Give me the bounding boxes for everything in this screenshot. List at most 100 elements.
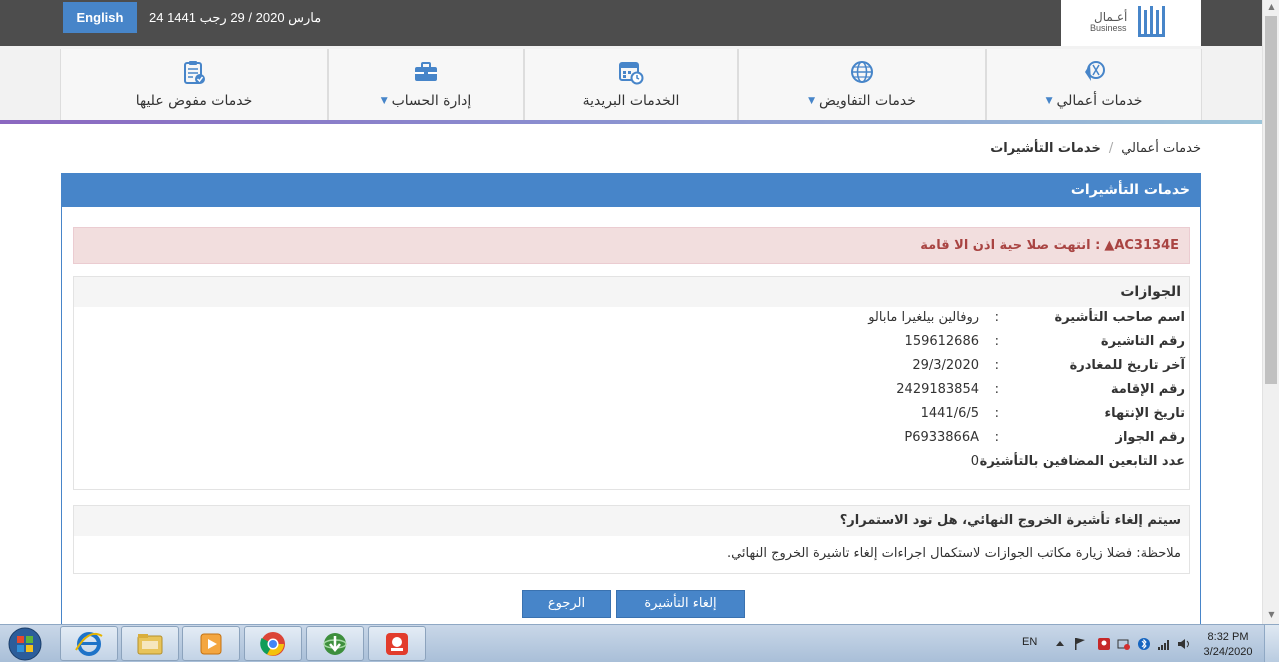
- taskbar-clock[interactable]: 8:32 PM 3/24/2020: [1198, 630, 1258, 660]
- cancel-visa-button[interactable]: إلغاء التأشيرة: [616, 590, 745, 618]
- scroll-down-arrow-icon[interactable]: ▼: [1263, 608, 1279, 622]
- clock-time: 8:32 PM: [1207, 631, 1249, 643]
- alert-code: AC3134E: [1114, 238, 1179, 253]
- taskbar-internet-explorer[interactable]: [60, 626, 118, 661]
- calendar-clock-icon: [619, 62, 644, 85]
- field-row: رقم الجواز : P6933866A: [74, 430, 1189, 452]
- action-center-flag-icon[interactable]: [1073, 637, 1087, 651]
- field-colon: :: [994, 430, 999, 445]
- nav-item-my-business-services[interactable]: ▼ خدمات أعمالي: [986, 49, 1202, 120]
- business-logo[interactable]: أعـمال Business: [1061, 0, 1201, 46]
- input-language-indicator[interactable]: EN: [1022, 636, 1037, 648]
- show-hidden-icons-icon[interactable]: [1053, 637, 1067, 651]
- breadcrumb-root-link[interactable]: خدمات أعمالي: [1121, 141, 1201, 156]
- folder-icon: [137, 634, 163, 655]
- back-button[interactable]: الرجوع: [522, 590, 611, 618]
- panel-title: خدمات التأشيرات: [62, 174, 1200, 207]
- windows-start-button[interactable]: [4, 626, 46, 662]
- visa-services-panel: خدمات التأشيرات AC3134E▲: انتهت صلا حية …: [61, 173, 1201, 624]
- nav-item-label: الخدمات البريدية: [582, 93, 680, 109]
- internet-explorer-icon: [75, 632, 103, 656]
- field-row: رقم التاشيرة : 159612686: [74, 334, 1189, 356]
- bluetooth-icon[interactable]: [1137, 637, 1151, 651]
- field-row: رقم الإقامة : 2429183854: [74, 382, 1189, 404]
- field-label: آخر تاريخ للمغادرة: [1069, 358, 1185, 373]
- taskbar-media-player[interactable]: [182, 626, 240, 661]
- chevron-down-icon: ▼: [1045, 96, 1053, 106]
- field-label: اسم صاحب التأشيرة: [1054, 310, 1185, 325]
- field-colon: :: [994, 358, 999, 373]
- alert-message: : انتهت صلا حية اذن الا قامة: [920, 238, 1101, 253]
- field-label: رقم الجواز: [1115, 430, 1185, 445]
- show-desktop-button[interactable]: [1264, 625, 1279, 662]
- business-icon: [1085, 61, 1105, 81]
- field-row: تاريخ الإنتهاء : 1441/6/5: [74, 406, 1189, 428]
- clipboard-check-icon: [184, 61, 205, 84]
- vertical-scrollbar[interactable]: ▲ ▼: [1262, 0, 1279, 624]
- passport-info-box: الجوازات اسم صاحب التأشيرة : روفالين بيل…: [73, 276, 1190, 490]
- field-colon: :: [994, 310, 999, 325]
- confirmation-box: سيتم إلغاء تأشيرة الخروج النهائي، هل تود…: [73, 505, 1190, 574]
- screen-recorder-icon: [386, 633, 408, 655]
- field-value: P6933866A: [904, 430, 979, 445]
- field-label: عدد التابعين المضافين بالتأشيرة: [979, 454, 1185, 469]
- field-value: روفالين بيلغيرا مابالو: [868, 310, 979, 325]
- volume-icon[interactable]: [1177, 637, 1191, 651]
- breadcrumb-current: خدمات التأشيرات: [990, 141, 1101, 156]
- nav-item-label: إدارة الحساب: [391, 93, 472, 109]
- nav-item-label: خدمات التفاويض: [818, 93, 916, 109]
- field-row: اسم صاحب التأشيرة : روفالين بيلغيرا مابا…: [74, 310, 1189, 332]
- field-value: 1441/6/5: [920, 406, 979, 421]
- breadcrumb: خدمات أعمالي / خدمات التأشيرات: [990, 141, 1201, 156]
- download-manager-icon: [323, 633, 347, 655]
- taskbar-file-explorer[interactable]: [121, 626, 179, 661]
- field-value: 0: [970, 454, 979, 469]
- field-value: 2429183854: [896, 382, 979, 397]
- taskbar-chrome[interactable]: [244, 626, 302, 661]
- confirmation-note: ملاحظة: فضلا زيارة مكاتب الجوازات لاستكم…: [726, 546, 1181, 561]
- field-colon: :: [994, 334, 999, 349]
- main-navigation: ▼ خدمات أعمالي ▼ خدمات التفاويض الخدمات …: [0, 46, 1262, 120]
- nav-item-postal-services[interactable]: الخدمات البريدية: [524, 49, 738, 120]
- screen: English 24 مارس 2020 / 29 رجب 1441 أعـما…: [0, 0, 1279, 662]
- logo-arabic-text: أعـمال: [1094, 10, 1128, 24]
- field-colon: :: [994, 454, 999, 469]
- media-player-icon: [200, 633, 222, 655]
- section-title: الجوازات: [74, 277, 1189, 307]
- taskbar-screen-recorder[interactable]: [368, 626, 426, 661]
- field-row: آخر تاريخ للمغادرة : 29/3/2020: [74, 358, 1189, 380]
- nav-item-delegation-services[interactable]: ▼ خدمات التفاويض: [738, 49, 986, 120]
- signal-strength-icon[interactable]: [1157, 637, 1171, 651]
- field-colon: :: [994, 406, 999, 421]
- top-bar: English 24 مارس 2020 / 29 رجب 1441 أعـما…: [0, 0, 1262, 46]
- logo-english-text: Business: [1090, 23, 1127, 33]
- english-language-button[interactable]: English: [63, 2, 137, 33]
- scrollbar-thumb[interactable]: [1265, 16, 1277, 384]
- warning-icon: ▲: [1104, 238, 1115, 253]
- field-row: عدد التابعين المضافين بالتأشيرة : 0: [74, 454, 1189, 476]
- chrome-icon: [260, 632, 285, 656]
- current-date: 24 مارس 2020 / 29 رجب 1441: [149, 10, 322, 25]
- field-label: تاريخ الإنتهاء: [1104, 406, 1185, 421]
- recording-app-tray-icon[interactable]: [1097, 637, 1111, 651]
- network-warning-icon[interactable]: [1117, 637, 1131, 651]
- chevron-down-icon: ▼: [380, 96, 388, 106]
- scroll-up-arrow-icon[interactable]: ▲: [1263, 0, 1279, 14]
- field-colon: :: [994, 382, 999, 397]
- field-label: رقم التاشيرة: [1100, 334, 1185, 349]
- nav-divider: [0, 120, 1262, 124]
- nav-item-label: خدمات أعمالي: [1056, 93, 1143, 109]
- error-alert: AC3134E▲: انتهت صلا حية اذن الا قامة: [73, 227, 1190, 264]
- nav-item-label: خدمات مفوض عليها: [135, 93, 253, 109]
- confirmation-question: سيتم إلغاء تأشيرة الخروج النهائي، هل تود…: [74, 506, 1189, 536]
- clock-date: 3/24/2020: [1203, 646, 1253, 658]
- nav-item-delegated-services[interactable]: خدمات مفوض عليها: [60, 49, 328, 120]
- field-value: 159612686: [904, 334, 979, 349]
- field-label: رقم الإقامة: [1110, 382, 1185, 397]
- nav-item-account-management[interactable]: ▼ إدارة الحساب: [328, 49, 524, 120]
- windows-taskbar: EN 8:32 PM 3/24/2020: [0, 624, 1279, 662]
- field-value: 29/3/2020: [912, 358, 979, 373]
- logo-mark-icon: [1138, 6, 1165, 37]
- taskbar-download-manager[interactable]: [306, 626, 364, 661]
- breadcrumb-separator: /: [1108, 141, 1114, 156]
